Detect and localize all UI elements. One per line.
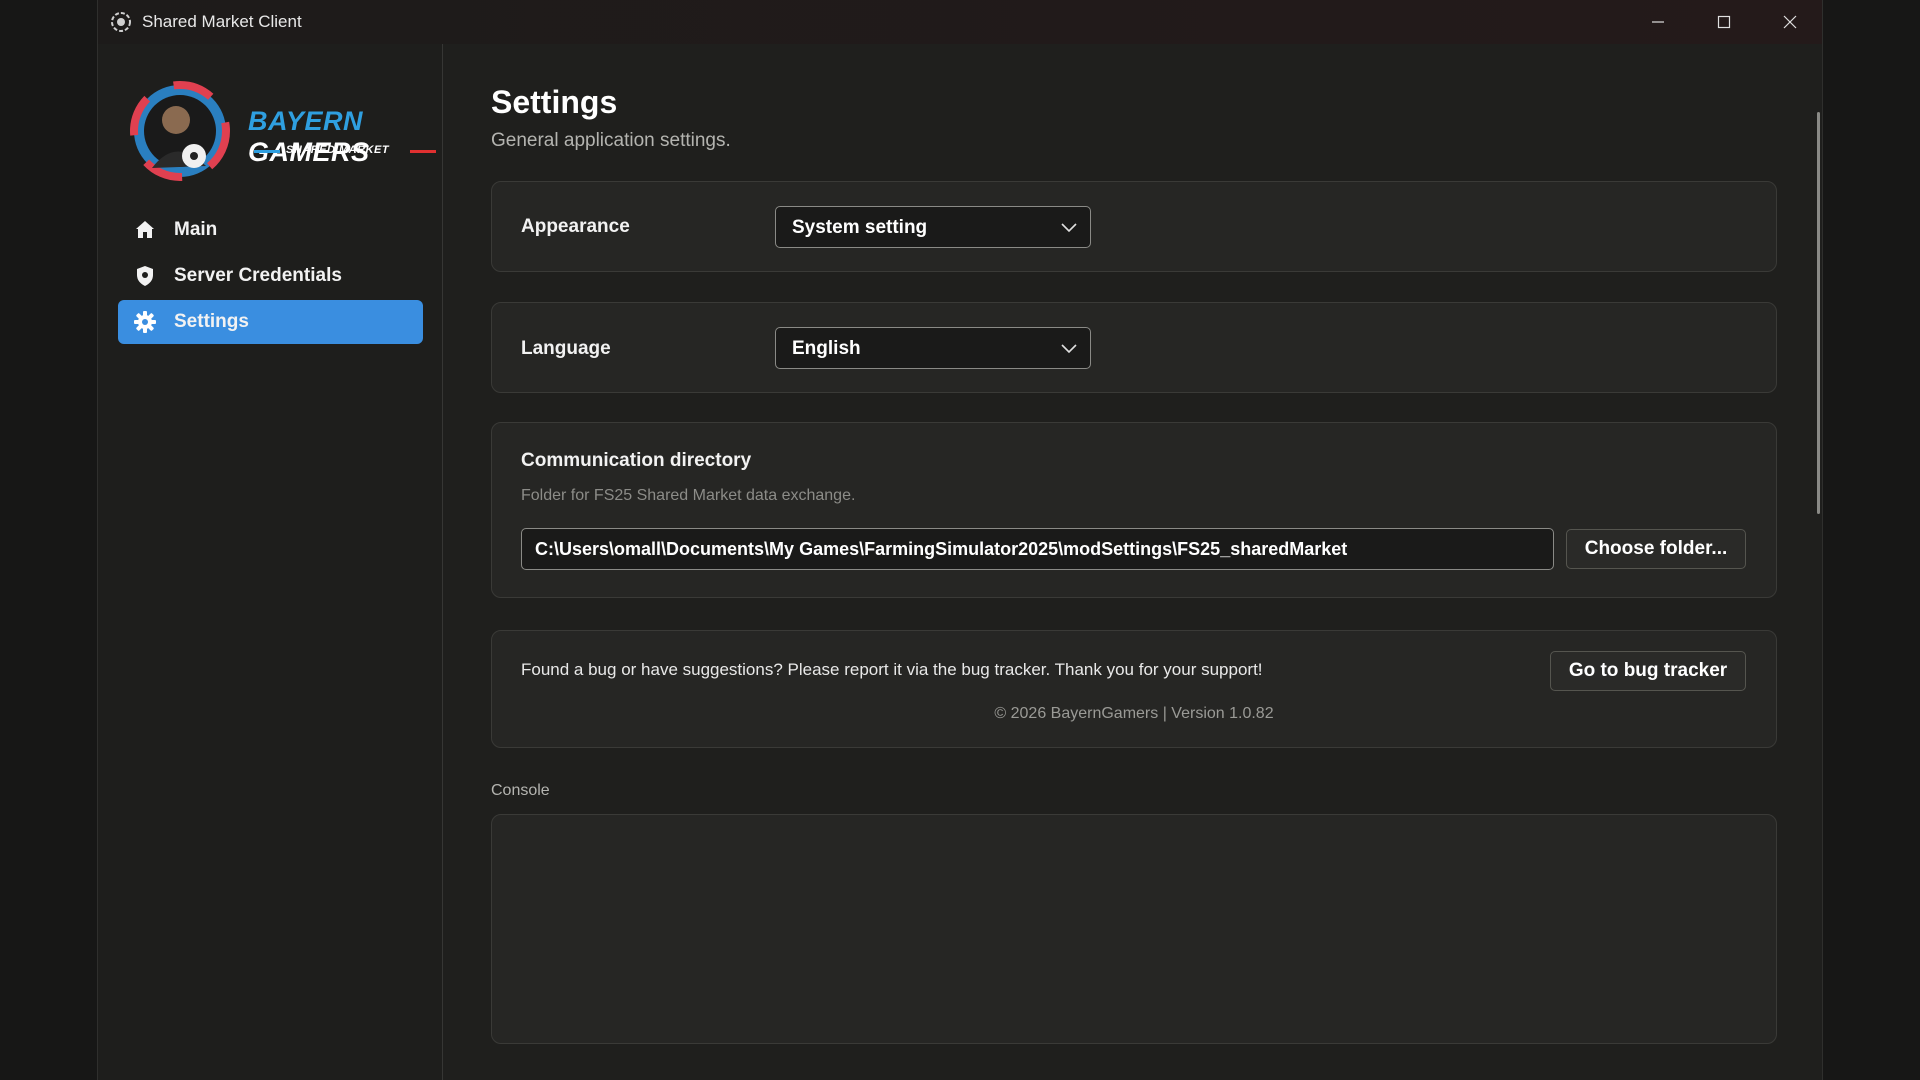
app-window: Shared Market Client BAYERN GAMERS SHARE… bbox=[97, 0, 1823, 1080]
app-icon bbox=[110, 11, 132, 33]
appearance-select[interactable]: System setting bbox=[775, 206, 1091, 248]
language-card: Language English bbox=[491, 302, 1777, 393]
language-value: English bbox=[792, 338, 861, 359]
sidebar-item-main[interactable]: Main bbox=[118, 208, 423, 252]
logo-title: BAYERN GAMERS bbox=[248, 106, 370, 167]
sidebar: BAYERN GAMERS SHARED MARKET Main Server … bbox=[98, 44, 443, 1080]
sidebar-item-settings[interactable]: Settings bbox=[118, 300, 423, 344]
home-icon bbox=[134, 219, 156, 241]
console-label: Console bbox=[491, 782, 550, 799]
sidebar-item-server-credentials[interactable]: Server Credentials bbox=[118, 254, 423, 298]
directory-path-input[interactable] bbox=[521, 528, 1554, 570]
language-label: Language bbox=[521, 338, 611, 359]
communication-description: Folder for FS25 Shared Market data excha… bbox=[521, 487, 856, 504]
maximize-button[interactable] bbox=[1692, 0, 1756, 44]
sidebar-item-label: Server Credentials bbox=[174, 265, 342, 286]
choose-folder-button[interactable]: Choose folder... bbox=[1566, 529, 1746, 569]
minimize-icon bbox=[1652, 21, 1664, 23]
page-subtitle: General application settings. bbox=[491, 130, 731, 151]
communication-card: Communication directory Folder for FS25 … bbox=[491, 422, 1777, 598]
logo: BAYERN GAMERS SHARED MARKET bbox=[128, 78, 436, 184]
console-output[interactable] bbox=[491, 814, 1777, 1044]
chevron-down-icon bbox=[1060, 220, 1078, 234]
gear-icon bbox=[134, 311, 156, 333]
feedback-card: Found a bug or have suggestions? Please … bbox=[491, 630, 1777, 748]
logo-dash-left bbox=[254, 150, 280, 153]
feedback-text: Found a bug or have suggestions? Please … bbox=[521, 660, 1263, 679]
communication-title: Communication directory bbox=[521, 450, 752, 471]
maximize-icon bbox=[1717, 15, 1731, 29]
bug-tracker-button[interactable]: Go to bug tracker bbox=[1550, 651, 1746, 691]
chevron-down-icon bbox=[1060, 341, 1078, 355]
appearance-label: Appearance bbox=[521, 216, 630, 237]
title-bar: Shared Market Client bbox=[98, 0, 1822, 44]
scrollbar[interactable] bbox=[1817, 112, 1820, 514]
minimize-button[interactable] bbox=[1626, 0, 1690, 44]
close-button[interactable] bbox=[1758, 0, 1822, 44]
copyright-version: © 2026 BayernGamers | Version 1.0.82 bbox=[994, 705, 1274, 722]
window-title: Shared Market Client bbox=[142, 12, 302, 31]
sidebar-item-label: Main bbox=[174, 219, 218, 240]
appearance-value: System setting bbox=[792, 217, 928, 238]
logo-emblem-icon bbox=[130, 81, 230, 181]
close-icon bbox=[1783, 15, 1797, 29]
shield-icon bbox=[134, 265, 156, 287]
language-select[interactable]: English bbox=[775, 327, 1091, 369]
logo-dash-right bbox=[410, 150, 436, 153]
logo-subtitle: SHARED MARKET bbox=[286, 144, 390, 156]
page-title: Settings bbox=[491, 84, 618, 120]
sidebar-item-label: Settings bbox=[174, 311, 249, 332]
settings-content: Settings General application settings. A… bbox=[443, 44, 1822, 1080]
appearance-card: Appearance System setting bbox=[491, 181, 1777, 272]
